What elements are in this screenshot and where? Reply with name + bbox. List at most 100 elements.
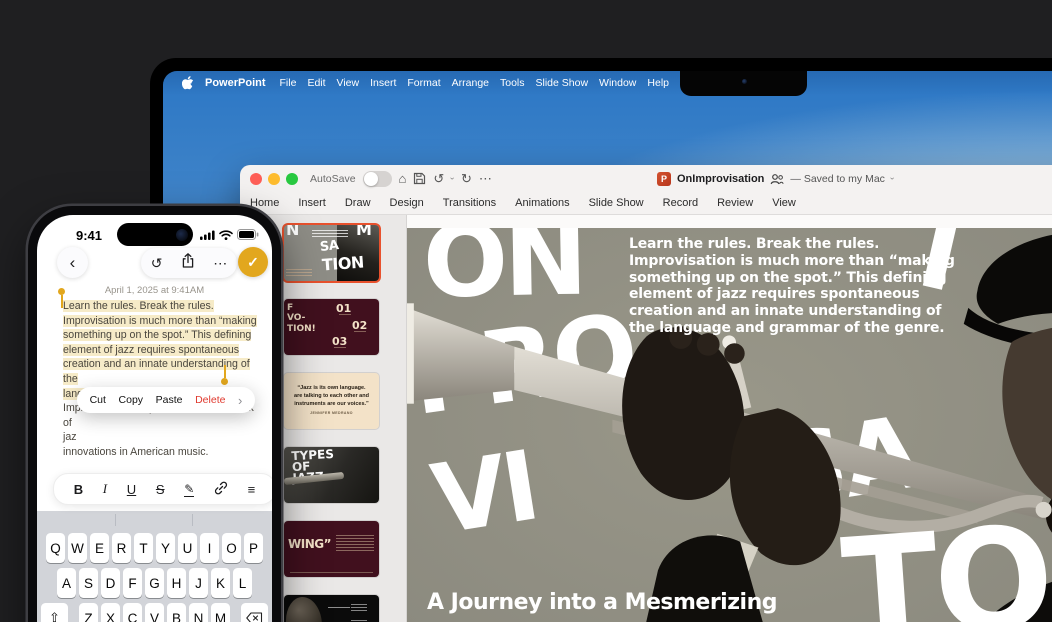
save-status[interactable]: — Saved to my Mac bbox=[790, 173, 885, 185]
key-g[interactable]: G bbox=[145, 568, 164, 598]
selection-handle-start-bar[interactable] bbox=[61, 295, 63, 308]
key-w[interactable]: W bbox=[68, 533, 87, 563]
key-n[interactable]: N bbox=[189, 603, 208, 622]
selection-handle-start[interactable] bbox=[58, 288, 65, 295]
tab-slide-show[interactable]: Slide Show bbox=[589, 197, 644, 209]
slide-thumbnail-4[interactable]: TYPES OF JAZZ bbox=[284, 447, 379, 503]
minimize-button[interactable] bbox=[268, 172, 280, 185]
apple-icon[interactable] bbox=[182, 76, 194, 90]
tab-home[interactable]: Home bbox=[250, 197, 279, 209]
key-p[interactable]: P bbox=[244, 533, 263, 563]
selection-handle-end[interactable] bbox=[221, 378, 228, 385]
redo-icon[interactable]: ↻ bbox=[461, 172, 472, 185]
key-h[interactable]: H bbox=[167, 568, 186, 598]
menu-item-edit[interactable]: Edit bbox=[307, 77, 325, 89]
tab-draw[interactable]: Draw bbox=[345, 197, 371, 209]
status-chevron-down-icon[interactable]: › bbox=[888, 177, 897, 180]
back-button[interactable]: ‹ bbox=[57, 247, 88, 278]
slide-thumbnail-1[interactable]: N M SA TION bbox=[284, 225, 379, 281]
key-a[interactable]: A bbox=[57, 568, 76, 598]
text-format-lines-icon[interactable]: ≡ bbox=[248, 482, 256, 497]
done-button[interactable]: ✓ bbox=[238, 247, 268, 277]
link-icon[interactable] bbox=[214, 481, 228, 498]
more-icon[interactable]: ⋯ bbox=[479, 172, 492, 185]
zoom-button[interactable] bbox=[286, 172, 298, 185]
context-menu-cut[interactable]: Cut bbox=[90, 394, 106, 406]
key-o[interactable]: O bbox=[222, 533, 241, 563]
menu-item-file[interactable]: File bbox=[280, 77, 297, 89]
camera-notch bbox=[680, 71, 807, 96]
menu-item-format[interactable]: Format bbox=[407, 77, 440, 89]
menu-item-slide-show[interactable]: Slide Show bbox=[536, 77, 589, 89]
tab-animations[interactable]: Animations bbox=[515, 197, 569, 209]
thumbnail-text-lines bbox=[351, 604, 367, 611]
key-t[interactable]: T bbox=[134, 533, 153, 563]
key-d[interactable]: D bbox=[101, 568, 120, 598]
current-slide[interactable]: ON I PRO VI SA Learn the rules. Break th… bbox=[407, 228, 1052, 622]
key-z[interactable]: Z bbox=[79, 603, 98, 622]
menu-item-insert[interactable]: Insert bbox=[370, 77, 396, 89]
key-u[interactable]: U bbox=[178, 533, 197, 563]
key-f[interactable]: F bbox=[123, 568, 142, 598]
key-b[interactable]: B bbox=[167, 603, 186, 622]
more-icon[interactable]: ⋯ bbox=[213, 255, 227, 272]
tab-review[interactable]: Review bbox=[717, 197, 753, 209]
slide-thumbnail-6[interactable] bbox=[284, 595, 379, 622]
menu-item-arrange[interactable]: Arrange bbox=[452, 77, 489, 89]
undo-icon[interactable]: ↺ bbox=[151, 255, 163, 272]
thumb2-title: F VO- TION! bbox=[287, 303, 316, 334]
menu-app-name[interactable]: PowerPoint bbox=[205, 77, 266, 89]
bold-button[interactable]: B bbox=[74, 482, 83, 497]
key-s[interactable]: S bbox=[79, 568, 98, 598]
key-m[interactable]: M bbox=[211, 603, 230, 622]
key-y[interactable]: Y bbox=[156, 533, 175, 563]
save-icon[interactable] bbox=[413, 172, 426, 185]
tab-transitions[interactable]: Transitions bbox=[443, 197, 496, 209]
powerpoint-app-icon: P bbox=[657, 171, 671, 186]
document-title-cluster: P OnImprovisation — Saved to my Mac › bbox=[657, 165, 897, 192]
slide-thumbnail-2[interactable]: F VO- TION! 01 02 03 bbox=[284, 299, 379, 355]
italic-button[interactable]: I bbox=[103, 481, 107, 497]
share-icon[interactable] bbox=[182, 253, 194, 273]
undo-icon[interactable]: ↺ bbox=[433, 172, 444, 185]
autosave-toggle[interactable] bbox=[362, 170, 392, 187]
thumb1-letter: M bbox=[356, 225, 372, 239]
tab-view[interactable]: View bbox=[772, 197, 796, 209]
slide-thumbnail-3[interactable]: “Jazz is its own language. are talking t… bbox=[284, 373, 379, 429]
powerpoint-window: AutoSave ⌂ ↺ › ↻ ⋯ P OnImprovisation — S… bbox=[240, 165, 1052, 622]
tab-insert[interactable]: Insert bbox=[298, 197, 326, 209]
key-i[interactable]: I bbox=[200, 533, 219, 563]
strikethrough-button[interactable]: S bbox=[156, 482, 165, 497]
close-button[interactable] bbox=[250, 172, 262, 185]
tab-record[interactable]: Record bbox=[663, 197, 698, 209]
context-menu-delete[interactable]: Delete bbox=[195, 394, 225, 406]
context-menu-paste[interactable]: Paste bbox=[156, 394, 183, 406]
menu-item-window[interactable]: Window bbox=[599, 77, 636, 89]
highlight-pencil-icon[interactable]: ✎ bbox=[184, 482, 195, 497]
key-r[interactable]: R bbox=[112, 533, 131, 563]
key-l[interactable]: L bbox=[233, 568, 252, 598]
slide-thumbnail-5[interactable]: WING” bbox=[284, 521, 379, 577]
menu-item-view[interactable]: View bbox=[337, 77, 360, 89]
key-c[interactable]: C bbox=[123, 603, 142, 622]
key-k[interactable]: K bbox=[211, 568, 230, 598]
key-q[interactable]: Q bbox=[46, 533, 65, 563]
home-icon[interactable]: ⌂ bbox=[399, 172, 407, 185]
collaborators-icon[interactable] bbox=[770, 173, 784, 185]
selection-handle-end-bar[interactable] bbox=[224, 365, 226, 378]
selected-text[interactable]: Learn the rules. Break the rules. Improv… bbox=[63, 300, 257, 400]
key-x[interactable]: X bbox=[101, 603, 120, 622]
context-menu-copy[interactable]: Copy bbox=[119, 394, 144, 406]
backspace-key[interactable] bbox=[241, 603, 268, 622]
key-v[interactable]: V bbox=[145, 603, 164, 622]
menu-item-tools[interactable]: Tools bbox=[500, 77, 525, 89]
underline-button[interactable]: U bbox=[127, 482, 136, 497]
key-e[interactable]: E bbox=[90, 533, 109, 563]
note-text[interactable]: Learn the rules. Break the rules. Improv… bbox=[63, 299, 265, 460]
undo-chevron-down-icon[interactable]: › bbox=[448, 177, 457, 180]
key-j[interactable]: J bbox=[189, 568, 208, 598]
menu-item-help[interactable]: Help bbox=[647, 77, 669, 89]
tab-design[interactable]: Design bbox=[390, 197, 424, 209]
shift-key[interactable]: ⇧ bbox=[41, 603, 68, 622]
context-menu-more-chevron-icon[interactable]: › bbox=[238, 393, 242, 408]
